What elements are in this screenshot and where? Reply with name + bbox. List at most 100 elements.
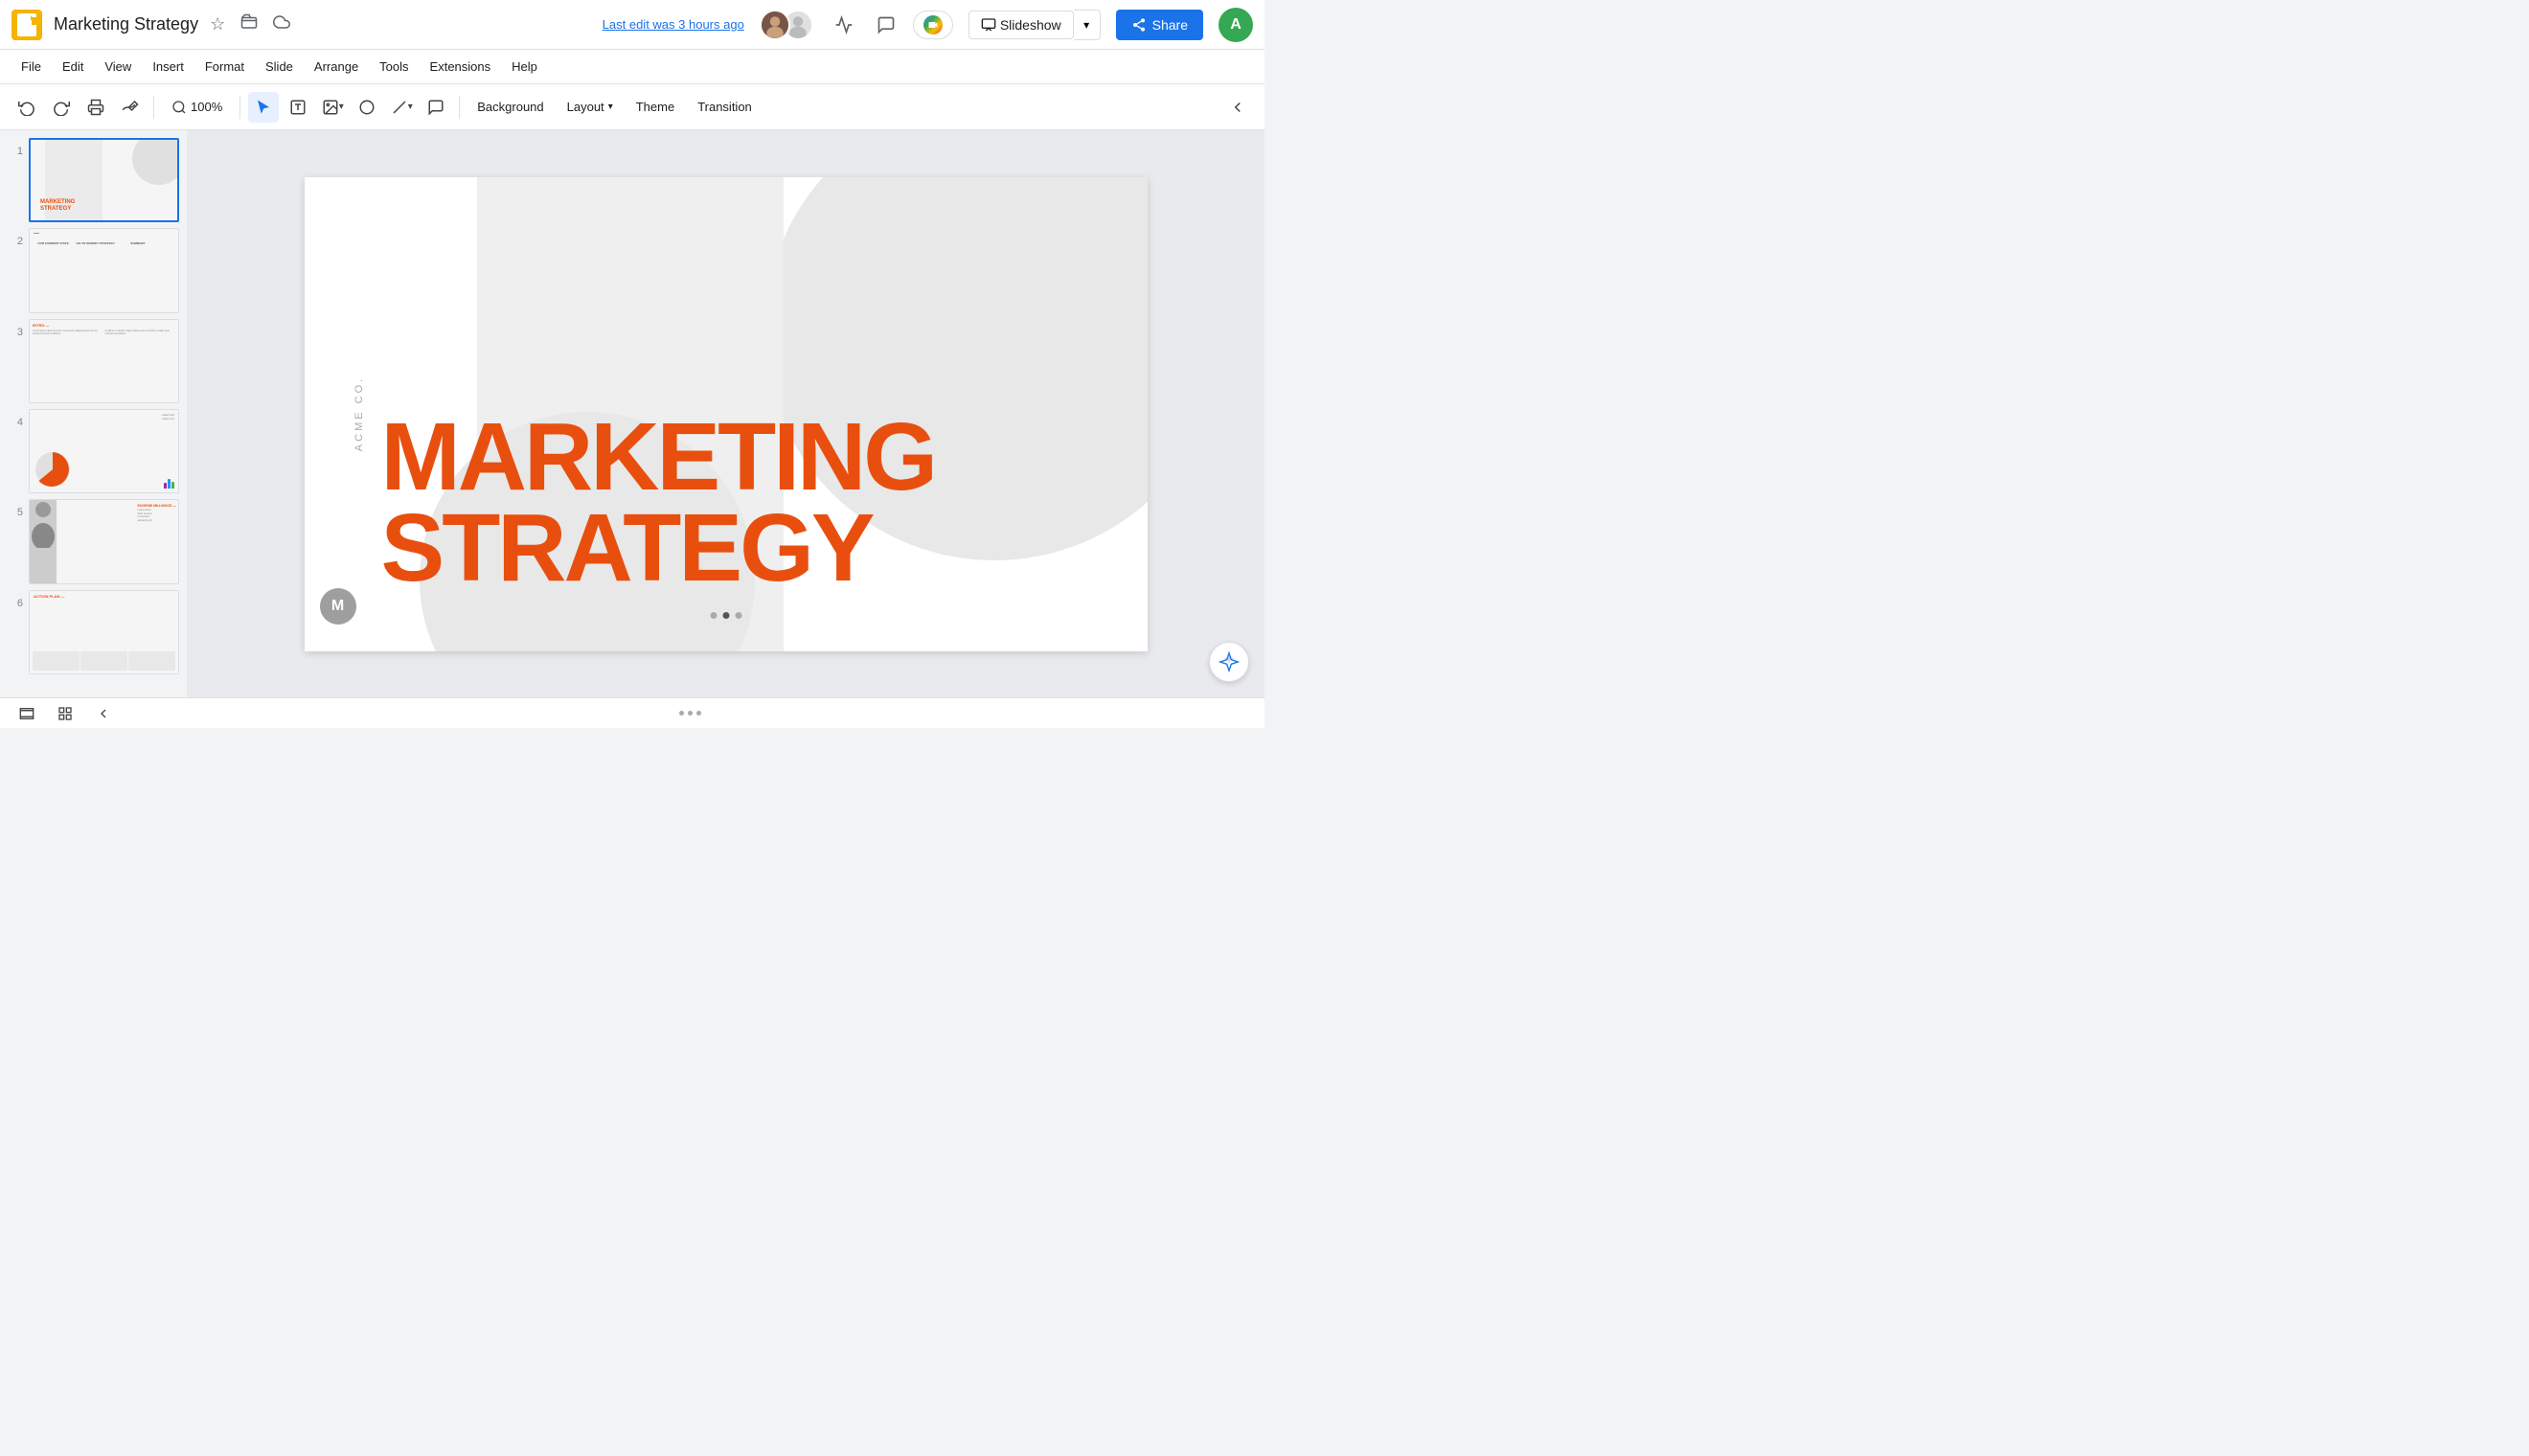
thumb5-person	[30, 500, 57, 582]
collapse-icon	[1229, 99, 1246, 116]
meet-btn[interactable]	[913, 11, 953, 39]
layout-chevron: ▾	[608, 102, 613, 112]
slide-item-4[interactable]: 4 Label textLabel text	[8, 409, 179, 493]
slide-thumb-3[interactable]: INTRO — Lorem ipsum dolor sit amet conse…	[29, 319, 179, 403]
menu-insert[interactable]: Insert	[143, 56, 194, 78]
analytics-btn[interactable]	[829, 10, 859, 40]
slide-thumb-1[interactable]: MARKETINGSTRATEGY	[29, 138, 179, 222]
menu-edit[interactable]: Edit	[53, 56, 93, 78]
thumb2-line	[34, 233, 39, 234]
select-tool-btn[interactable]	[248, 92, 279, 123]
meet-icon	[923, 15, 943, 34]
menu-slide[interactable]: Slide	[256, 56, 303, 78]
thumb6-table	[33, 651, 175, 671]
thumb4-bars	[164, 479, 174, 489]
toolbar: 100% ▾ ▾ Background Layout ▾ Theme Trans…	[0, 84, 1264, 130]
slide-item-5[interactable]: 5 EUGENIE MILLWOOD — Lorem ipsumdolor si…	[8, 499, 179, 583]
slideshow-button[interactable]: Slideshow	[968, 11, 1074, 39]
collapse-sidebar-btn[interactable]	[88, 702, 119, 725]
nav-dot-1	[679, 711, 684, 716]
slide-thumb-6[interactable]: ACTION PLAN —	[29, 590, 179, 674]
collapse-panel-btn[interactable]	[1222, 92, 1253, 123]
thumb4-pie	[34, 450, 72, 489]
share-button[interactable]: Share	[1116, 10, 1203, 40]
paint-format-btn[interactable]	[115, 92, 146, 123]
image-tool-btn[interactable]: ▾	[317, 92, 348, 123]
shape-tool-btn[interactable]	[352, 92, 382, 123]
background-btn[interactable]: Background	[467, 96, 553, 118]
insert-comment-btn[interactable]	[421, 92, 451, 123]
thumb3-content: Lorem ipsum dolor sit amet consectetur a…	[33, 330, 175, 336]
chevron-down-icon-3: ▾	[408, 102, 413, 112]
slideshow-dropdown-btn[interactable]: ▾	[1074, 10, 1101, 40]
title-bar: Marketing Strategy ☆ Last edit was 3 hou…	[0, 0, 1264, 50]
share-label: Share	[1152, 17, 1188, 33]
comments-btn[interactable]	[871, 10, 901, 40]
layout-btn[interactable]: Layout ▾	[558, 96, 623, 118]
slide-item-6[interactable]: 6 ACTION PLAN —	[8, 590, 179, 674]
thumb1-circle	[132, 140, 177, 185]
menu-format[interactable]: Format	[195, 56, 254, 78]
slide-item-3[interactable]: 3 INTRO — Lorem ipsum dolor sit amet con…	[8, 319, 179, 403]
chevron-down-icon: ▾	[1083, 18, 1089, 32]
comment-icon	[427, 99, 444, 116]
main-title[interactable]: MARKETING STRATEGY	[381, 412, 936, 594]
slide-number-1: 1	[8, 146, 23, 157]
toolbar-divider-1	[153, 96, 154, 119]
cloud-icon[interactable]	[269, 10, 294, 39]
menu-file[interactable]: File	[11, 56, 51, 78]
text-tool-btn[interactable]	[283, 92, 313, 123]
line-icon	[391, 99, 408, 116]
grid-icon	[57, 706, 73, 721]
transition-btn[interactable]: Transition	[688, 96, 762, 118]
bottom-dots	[679, 711, 701, 716]
dot-3	[735, 612, 741, 619]
slide-item-2[interactable]: 2 OUR CURRENT STATE GO-TO MARKET STRATEG…	[8, 228, 179, 312]
cursor-icon	[255, 99, 272, 116]
thumb2-cols: OUR CURRENT STATE GO-TO MARKET STRATEGY …	[34, 241, 174, 245]
chevron-down-icon-2: ▾	[339, 102, 344, 112]
thumb4-labels: Label textLabel text	[162, 413, 174, 421]
m-badge: M	[320, 588, 356, 625]
line-tool-btn[interactable]: ▾	[386, 92, 417, 123]
slide-canvas[interactable]: ACME CO. MARKETING STRATEGY M	[305, 177, 1148, 651]
avatar-group	[760, 10, 813, 40]
canvas-wrapper: ACME CO. MARKETING STRATEGY M	[187, 130, 1264, 697]
slide-thumb-2[interactable]: OUR CURRENT STATE GO-TO MARKET STRATEGY …	[29, 228, 179, 312]
slide-number-5: 5	[8, 507, 23, 518]
filmstrip-view-btn[interactable]	[11, 702, 42, 725]
undo-btn[interactable]	[11, 92, 42, 123]
ai-assistant-btn[interactable]	[1209, 642, 1249, 682]
user-avatar-btn[interactable]: A	[1219, 8, 1253, 42]
shapes-icon	[358, 99, 376, 116]
app-logo-inner	[17, 13, 36, 36]
menu-arrange[interactable]: Arrange	[305, 56, 368, 78]
zoom-btn[interactable]: 100%	[162, 96, 232, 119]
toolbar-divider-2	[239, 96, 240, 119]
menu-help[interactable]: Help	[502, 56, 547, 78]
slide-item-1[interactable]: 1 MARKETINGSTRATEGY	[8, 138, 179, 222]
folder-icon[interactable]	[237, 10, 262, 39]
slide-number-2: 2	[8, 236, 23, 247]
star-icon[interactable]: ☆	[206, 11, 229, 38]
slide-number-6: 6	[8, 598, 23, 609]
menu-view[interactable]: View	[95, 56, 141, 78]
image-icon	[322, 99, 339, 116]
print-btn[interactable]	[80, 92, 111, 123]
slideshow-wrapper: Slideshow ▾	[968, 10, 1101, 40]
last-edit-link[interactable]: Last edit was 3 hours ago	[603, 17, 744, 32]
slide-thumb-4[interactable]: Label textLabel text	[29, 409, 179, 493]
background-label: Background	[477, 100, 543, 114]
redo-btn[interactable]	[46, 92, 77, 123]
zoom-level: 100%	[191, 100, 222, 114]
zoom-icon	[171, 100, 187, 115]
slide-dots	[710, 612, 741, 619]
theme-btn[interactable]: Theme	[627, 96, 684, 118]
thumb3-intro: INTRO —	[33, 323, 175, 328]
slide-thumb-5[interactable]: EUGENIE MILLWOOD — Lorem ipsumdolor sit …	[29, 499, 179, 583]
menu-tools[interactable]: Tools	[370, 56, 418, 78]
title-line2: STRATEGY	[381, 503, 936, 594]
grid-view-btn[interactable]	[50, 702, 80, 725]
menu-extensions[interactable]: Extensions	[421, 56, 501, 78]
menu-bar: File Edit View Insert Format Slide Arran…	[0, 50, 1264, 84]
